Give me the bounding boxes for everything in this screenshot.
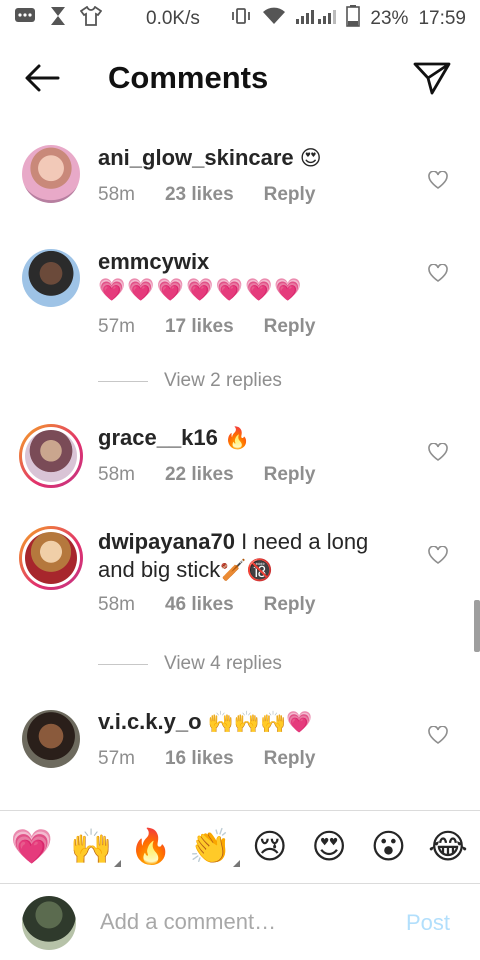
comment-likes[interactable]: 16 likes [165,748,234,770]
skin-tone-indicator [233,860,241,867]
vibrate-icon [230,7,252,31]
emoji-heart-eyes-button[interactable]: 😍 [307,825,351,869]
shirt-icon [79,5,103,32]
comment-likes[interactable]: 22 likes [165,464,234,486]
heart-icon[interactable] [428,170,448,189]
comment-time: 58m [98,464,135,485]
header: Comments [0,48,480,110]
comment-text: emmcywix 💗💗💗💗💗💗💗 [98,248,398,304]
comment-meta: 58m 22 likes Reply [98,464,315,486]
reply-button[interactable]: Reply [264,464,316,486]
emoji-crying-button[interactable]: 😢 [248,825,292,869]
avatar[interactable] [22,710,80,768]
comment-username[interactable]: dwipayana70 [98,529,235,554]
status-bar: 0.0K/s 23% 17:59 [0,0,480,38]
view-replies-button[interactable]: View 2 replies [98,370,282,392]
reply-button[interactable]: Reply [264,316,316,338]
comment-text: grace__k16 🔥 [98,424,398,453]
comment-emoji: 💗💗💗💗💗💗💗 [98,277,304,302]
wifi-icon [262,7,286,31]
emoji-heart-button[interactable]: 💗 [10,825,54,869]
comment-likes[interactable]: 23 likes [165,184,234,206]
comments-list[interactable]: ani_glow_skincare 😍 58m 23 likes Reply e… [0,130,480,810]
comment-meta: 58m 46 likes Reply [98,594,315,616]
comment-emoji: 😍 [299,147,322,170]
comment-composer: Post [0,884,480,960]
reply-button[interactable]: Reply [264,748,316,770]
message-icon [14,7,36,31]
heart-icon[interactable] [428,263,448,282]
heart-icon[interactable] [428,442,448,461]
scrollbar-thumb[interactable] [474,600,480,652]
comment-username[interactable]: ani_glow_skincare [98,145,294,170]
emoji-laughing-button[interactable]: 😂 [426,825,470,869]
comment-text: dwipayana70 I need a long and big stick🏏… [98,528,408,585]
comment-emoji: 🙌🙌🙌💗 [207,711,313,734]
comment-text: v.i.c.k.y_o 🙌🙌🙌💗 [98,708,398,737]
clock: 17:59 [418,8,466,29]
heart-icon[interactable] [428,725,448,744]
comment-likes[interactable]: 17 likes [165,316,234,338]
comment-emoji: 🏏🔞 [220,559,273,582]
emoji-fire-button[interactable]: 🔥 [129,825,173,869]
emoji-surprised-button[interactable]: 😮 [367,825,411,869]
reply-button[interactable]: Reply [264,184,316,206]
comment-meta: 57m 16 likes Reply [98,748,315,770]
signal-icon [296,7,337,31]
avatar[interactable] [22,249,80,307]
avatar[interactable] [22,145,80,203]
skin-tone-indicator [114,860,122,867]
back-arrow-icon[interactable] [22,62,62,94]
page-title: Comments [108,60,269,95]
comment-meta: 57m 17 likes Reply [98,316,315,338]
hourglass-icon [50,6,66,32]
emoji-clap-button[interactable]: 👏 [188,825,241,869]
view-replies-label: View 2 replies [164,370,282,391]
comment-input[interactable] [100,902,390,942]
comment-emoji: 🔥 [224,427,251,450]
battery-icon [346,5,361,33]
post-button[interactable]: Post [406,910,450,936]
network-speed: 0.0K/s [146,8,200,29]
heart-icon[interactable] [428,545,448,564]
replies-divider [98,380,148,382]
avatar-story-ring[interactable] [19,526,83,590]
send-icon[interactable] [412,60,452,96]
comment-time: 58m [98,594,135,615]
battery-percent: 23% [370,8,409,29]
view-replies-label: View 4 replies [164,653,282,674]
comment-meta: 58m 23 likes Reply [98,184,315,206]
comment-likes[interactable]: 46 likes [165,594,234,616]
avatar-story-ring[interactable] [19,424,83,488]
emoji-quick-bar: 💗 🙌 🔥 👏 😢 😍 😮 😂 [0,810,480,884]
comment-time: 57m [98,316,135,337]
comment-text: ani_glow_skincare 😍 [98,144,398,173]
comment-username[interactable]: grace__k16 [98,425,218,450]
comment-username[interactable]: emmcywix [98,249,209,274]
emoji-raised-hands-button[interactable]: 🙌 [69,825,122,869]
reply-button[interactable]: Reply [264,594,316,616]
user-avatar [22,896,76,950]
comment-time: 57m [98,748,135,769]
comment-username[interactable]: v.i.c.k.y_o [98,709,202,734]
replies-divider [98,663,148,665]
view-replies-button[interactable]: View 4 replies [98,653,282,675]
comment-time: 58m [98,184,135,205]
